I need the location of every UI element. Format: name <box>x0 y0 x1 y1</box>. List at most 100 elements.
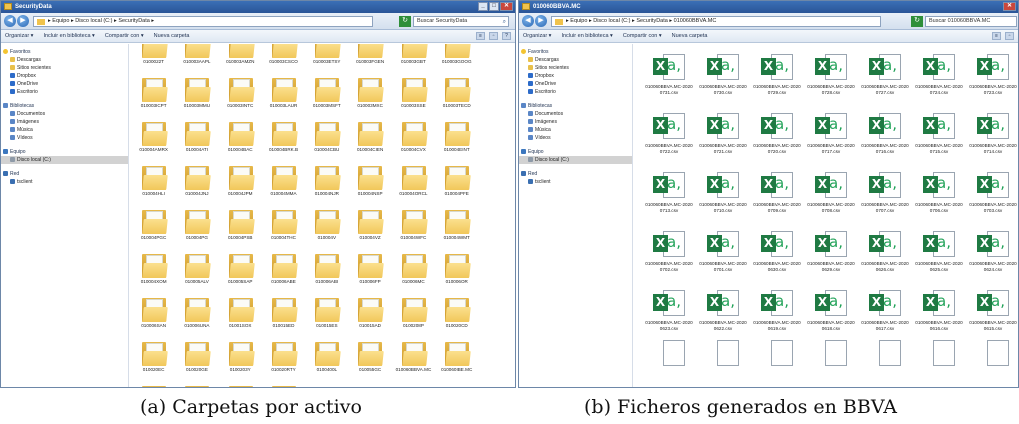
csv-file-item[interactable] <box>642 340 696 387</box>
csv-file-item[interactable] <box>966 340 1018 387</box>
refresh-button[interactable]: ↻ <box>911 16 923 27</box>
csv-file-item[interactable]: a, X 010060BBVA.MC-2020 0623.csv <box>642 285 696 344</box>
csv-file-item[interactable]: a, X 010060BBVA.MC-2020 0728.csv <box>804 49 858 108</box>
search-input[interactable]: Buscar SecurityData ⌕ <box>413 16 509 27</box>
back-button[interactable]: ◀ <box>4 15 16 27</box>
csv-file-item[interactable]: a, X 010060BBVA.MC-2020 0629.csv <box>804 226 858 285</box>
view-options-button[interactable]: ≡ <box>476 32 485 40</box>
nav-item[interactable]: Sitios recientes <box>519 64 632 72</box>
csv-file-item[interactable]: a, X 010060BBVA.MC-2020 0616.csv <box>912 285 966 344</box>
csv-file-item[interactable]: a, X 010060BBVA.MC-2020 0714.csv <box>966 108 1018 167</box>
csv-file-item[interactable]: a, X 010060BBVA.MC-2020 0710.csv <box>696 167 750 226</box>
nav-item[interactable]: Música <box>519 126 632 134</box>
command-2[interactable]: Compartir con ▾ <box>623 33 662 39</box>
nav-item[interactable]: Imágenes <box>1 118 128 126</box>
csv-file-item[interactable]: a, X 010060BBVA.MC-2020 0625.csv <box>912 226 966 285</box>
nav-item[interactable]: Favoritos <box>519 48 632 56</box>
nav-item[interactable]: Equipo <box>519 148 632 156</box>
nav-item[interactable]: Imágenes <box>519 118 632 126</box>
title-bar[interactable]: 010060BBVA.MC ✕ <box>519 1 1018 13</box>
nav-item[interactable]: Descargas <box>1 56 128 64</box>
address-bar[interactable]: ▸ Equipo ▸ Disco local (C:) ▸ SecurityDa… <box>551 16 881 27</box>
nav-item[interactable]: OneDrive <box>519 80 632 88</box>
title-bar[interactable]: SecurityData _ □ ✕ <box>1 1 515 13</box>
csv-file-item[interactable]: a, X 010060BBVA.MC-2020 0626.csv <box>858 226 912 285</box>
csv-file-item[interactable]: a, X 010060BBVA.MC-2020 0708.csv <box>804 167 858 226</box>
csv-file-item[interactable]: a, X 010060BBVA.MC-2020 0706.csv <box>912 167 966 226</box>
preview-pane-button[interactable]: ▫ <box>1005 32 1014 40</box>
nav-item[interactable]: Vídeos <box>1 134 128 142</box>
nav-item[interactable]: Bibliotecas <box>1 102 128 110</box>
csv-file-item[interactable]: a, X 010060BBVA.MC-2020 0703.csv <box>966 167 1018 226</box>
csv-file-item[interactable]: a, X 010060BBVA.MC-2020 0630.csv <box>750 226 804 285</box>
csv-file-item[interactable]: a, X 010060BBVA.MC-2020 0724.csv <box>912 49 966 108</box>
csv-file-item[interactable]: a, X 010060BBVA.MC-2020 0617.csv <box>858 285 912 344</box>
csv-file-item[interactable]: a, X 010060BBVA.MC-2020 0730.csv <box>696 49 750 108</box>
nav-item[interactable]: Escritorio <box>1 88 128 96</box>
nav-item[interactable]: Escritorio <box>519 88 632 96</box>
back-button[interactable]: ◀ <box>522 15 534 27</box>
address-bar[interactable]: ▸ Equipo ▸ Disco local (C:) ▸ SecurityDa… <box>33 16 373 27</box>
csv-file-item[interactable] <box>696 340 750 387</box>
csv-file-item[interactable]: a, X 010060BBVA.MC-2020 0723.csv <box>966 49 1018 108</box>
nav-item[interactable]: Sitios recientes <box>1 64 128 72</box>
csv-file-item[interactable]: a, X 010060BBVA.MC-2020 0717.csv <box>804 108 858 167</box>
nav-item[interactable]: Dropbox <box>1 72 128 80</box>
maximize-button[interactable]: □ <box>489 2 499 11</box>
folder-item[interactable]: 010055GC <box>348 342 391 387</box>
command-2[interactable]: Compartir con ▾ <box>105 33 144 39</box>
command-1[interactable]: Incluir en biblioteca ▾ <box>561 33 612 39</box>
refresh-button[interactable]: ↻ <box>399 16 411 27</box>
search-input[interactable]: Buscar 010060BBVA.MC <box>925 16 1017 27</box>
nav-item[interactable]: tsclient <box>1 178 128 186</box>
csv-file-item[interactable]: a, X 010060BBVA.MC-2020 0720.csv <box>750 108 804 167</box>
close-button[interactable]: ✕ <box>1003 2 1016 11</box>
csv-file-item[interactable]: a, X 010060BBVA.MC-2020 0702.csv <box>642 226 696 285</box>
minimize-button[interactable]: _ <box>478 2 488 11</box>
csv-file-item[interactable]: a, X 010060BBVA.MC-2020 0721.csv <box>696 108 750 167</box>
nav-item[interactable]: tsclient <box>519 178 632 186</box>
csv-file-item[interactable] <box>804 340 858 387</box>
nav-item[interactable]: Disco local (C:) <box>1 156 128 164</box>
csv-file-item[interactable]: a, X 010060BBVA.MC-2020 0707.csv <box>858 167 912 226</box>
csv-file-item[interactable]: a, X 010060BBVA.MC-2020 0618.csv <box>804 285 858 344</box>
nav-item[interactable]: Bibliotecas <box>519 102 632 110</box>
csv-file-item[interactable]: a, X 010060BBVA.MC-2020 0729.csv <box>750 49 804 108</box>
forward-button[interactable]: ▶ <box>535 15 547 27</box>
nav-item[interactable]: Descargas <box>519 56 632 64</box>
nav-item[interactable]: Vídeos <box>519 134 632 142</box>
csv-file-item[interactable]: a, X 010060BBVA.MC-2020 0727.csv <box>858 49 912 108</box>
nav-item[interactable]: OneDrive <box>1 80 128 88</box>
csv-file-item[interactable]: a, X 010060BBVA.MC-2020 0722.csv <box>642 108 696 167</box>
nav-item[interactable]: Favoritos <box>1 48 128 56</box>
nav-item[interactable]: Red <box>1 170 128 178</box>
csv-file-item[interactable]: a, X 010060BBVA.MC-2020 0622.csv <box>696 285 750 344</box>
csv-file-item[interactable]: a, X 010060BBVA.MC-2020 0716.csv <box>858 108 912 167</box>
csv-file-item[interactable]: a, X 010060BBVA.MC-2020 0731.csv <box>642 49 696 108</box>
forward-button[interactable]: ▶ <box>17 15 29 27</box>
command-0[interactable]: Organizar ▾ <box>5 33 33 39</box>
close-button[interactable]: ✕ <box>500 2 513 11</box>
nav-item[interactable]: Dropbox <box>519 72 632 80</box>
folder-item[interactable]: 010060BBVA.MC <box>392 342 435 387</box>
command-3[interactable]: Nueva carpeta <box>154 33 190 39</box>
csv-file-item[interactable]: a, X 010060BBVA.MC-2020 0709.csv <box>750 167 804 226</box>
nav-item[interactable]: Disco local (C:) <box>519 156 632 164</box>
command-3[interactable]: Nueva carpeta <box>672 33 708 39</box>
csv-file-item[interactable] <box>912 340 966 387</box>
folder-item[interactable]: 010060IBE.MC <box>435 342 478 387</box>
folder-item[interactable]: 0100400L <box>305 342 348 387</box>
nav-item[interactable]: Equipo <box>1 148 128 156</box>
nav-item[interactable]: Documentos <box>1 110 128 118</box>
command-0[interactable]: Organizar ▾ <box>523 33 551 39</box>
help-button[interactable]: ? <box>502 32 511 40</box>
nav-item[interactable]: Música <box>1 126 128 134</box>
csv-file-item[interactable] <box>858 340 912 387</box>
nav-item[interactable]: Red <box>519 170 632 178</box>
view-options-button[interactable]: ≡ <box>992 32 1001 40</box>
csv-file-item[interactable] <box>750 340 804 387</box>
csv-file-item[interactable]: a, X 010060BBVA.MC-2020 0715.csv <box>912 108 966 167</box>
csv-file-item[interactable]: a, X 010060BBVA.MC-2020 0701.csv <box>696 226 750 285</box>
command-1[interactable]: Incluir en biblioteca ▾ <box>43 33 94 39</box>
csv-file-item[interactable]: a, X 010060BBVA.MC-2020 0619.csv <box>750 285 804 344</box>
